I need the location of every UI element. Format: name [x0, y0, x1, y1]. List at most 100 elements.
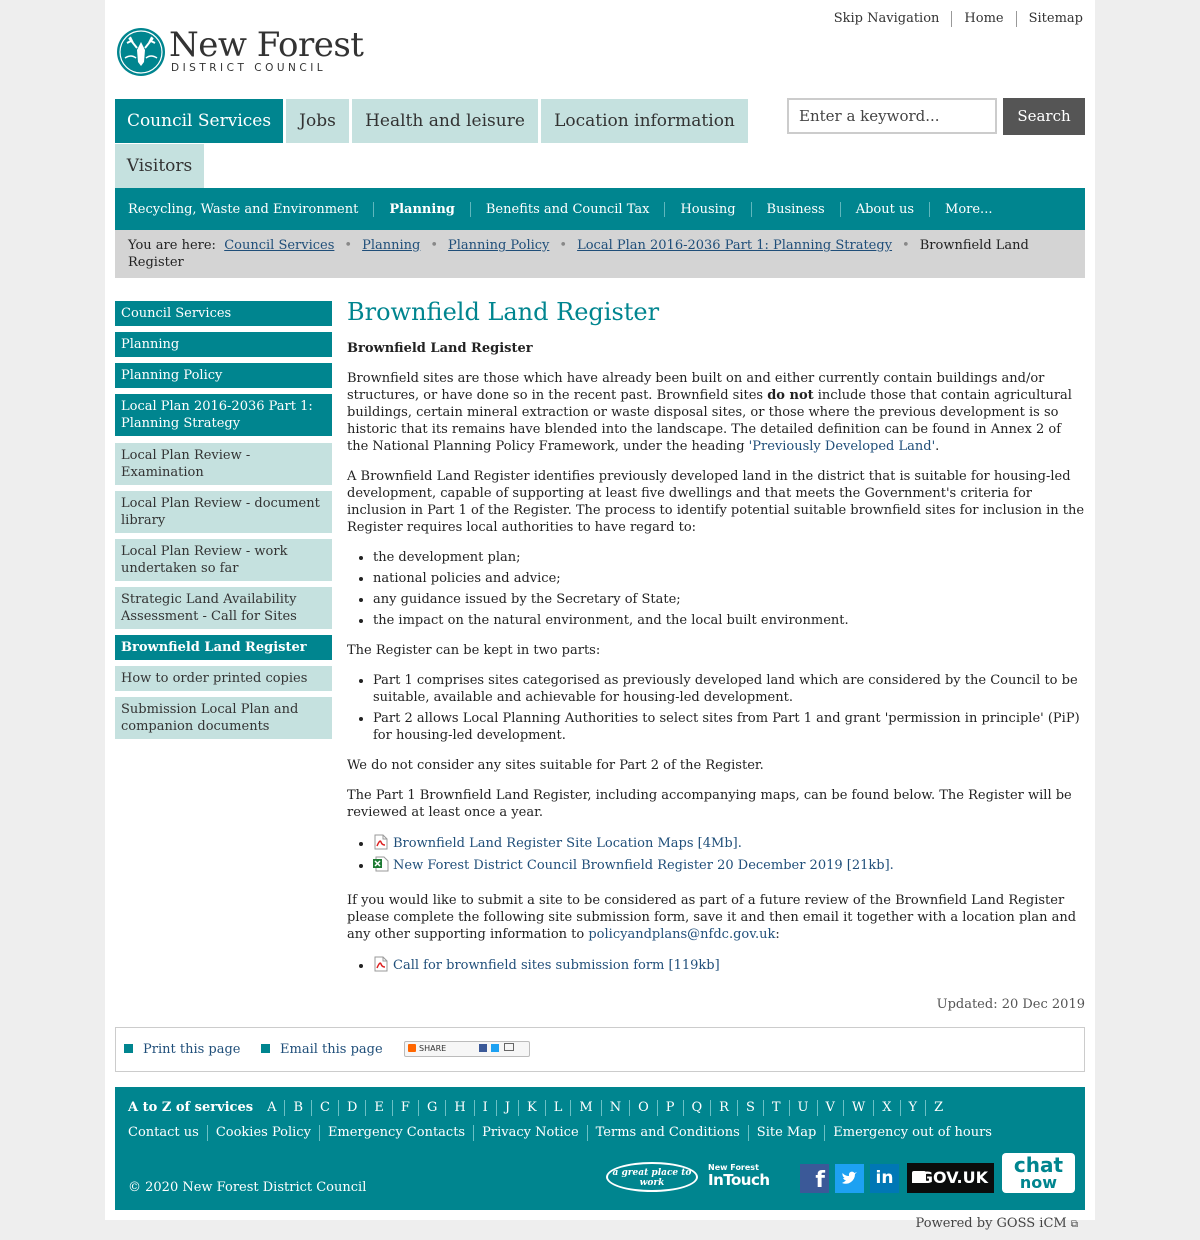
subnav-planning[interactable]: Planning	[373, 201, 470, 217]
updated-date: Updated: 20 Dec 2019	[936, 997, 1085, 1012]
search-input[interactable]	[787, 98, 997, 134]
pdf-icon	[373, 834, 389, 850]
email-page-link[interactable]: Email this page	[261, 1042, 383, 1057]
facebook-icon[interactable]: f	[800, 1164, 829, 1193]
a-to-z-letter-a[interactable]: A	[259, 1100, 284, 1116]
policy-email-link[interactable]: policyandplans@nfdc.gov.uk	[588, 927, 775, 942]
subnav-about-us[interactable]: About us	[839, 201, 929, 217]
subnav-more[interactable]: More...	[929, 201, 1007, 217]
a-to-z-label[interactable]: A to Z of services	[128, 1100, 253, 1116]
brownfield-register-spreadsheet-link[interactable]: New Forest District Council Brownfield R…	[393, 858, 890, 873]
a-to-z-letter-h[interactable]: H	[445, 1100, 473, 1116]
a-to-z-letter-i[interactable]: I	[473, 1100, 496, 1116]
sidenav-local-plan-review-examination[interactable]: Local Plan Review - Examination	[115, 443, 332, 485]
parts-list: Part 1 comprises sites categorised as pr…	[347, 672, 1085, 744]
a-to-z-letter-y[interactable]: Y	[899, 1100, 926, 1116]
great-place-to-work-logo[interactable]: a great place to work	[606, 1162, 698, 1192]
powered-by[interactable]: Powered by GOSS iCM ⧉	[916, 1216, 1078, 1231]
nav-council-services[interactable]: Council Services	[115, 99, 283, 143]
footer-link-emergency-out-of-hours[interactable]: Emergency out of hours	[824, 1125, 1000, 1141]
a-to-z-letter-n[interactable]: N	[600, 1100, 629, 1116]
a-to-z-letter-e[interactable]: E	[365, 1100, 392, 1116]
a-to-z-letter-f[interactable]: F	[391, 1100, 418, 1116]
a-to-z-letter-g[interactable]: G	[417, 1100, 445, 1116]
a-to-z-letter-l[interactable]: L	[544, 1100, 571, 1116]
a-to-z-letter-o[interactable]: O	[629, 1100, 657, 1116]
list-item: Part 2 allows Local Planning Authorities…	[373, 710, 1085, 744]
form-list: Call for brownfield sites submission for…	[347, 956, 1085, 974]
footer-link-terms[interactable]: Terms and Conditions	[586, 1125, 748, 1141]
govuk-logo[interactable]: GOV.UK	[907, 1163, 994, 1193]
a-to-z-letter-v[interactable]: V	[816, 1100, 843, 1116]
site-location-maps-link[interactable]: Brownfield Land Register Site Location M…	[393, 836, 738, 851]
a-to-z-letter-p[interactable]: P	[656, 1100, 683, 1116]
a-to-z-letter-d[interactable]: D	[337, 1100, 365, 1116]
a-to-z-letter-w[interactable]: W	[842, 1100, 873, 1116]
sidenav-council-services[interactable]: Council Services	[115, 301, 332, 326]
a-to-z-letter-q[interactable]: Q	[682, 1100, 711, 1116]
a-to-z-letter-j[interactable]: J	[495, 1100, 518, 1116]
paragraph-register-intro: A Brownfield Land Register identifies pr…	[347, 469, 1085, 535]
nav-jobs[interactable]: Jobs	[286, 99, 349, 143]
subnav-benefits[interactable]: Benefits and Council Tax	[469, 201, 665, 217]
sidenav-planning-policy[interactable]: Planning Policy	[115, 363, 332, 388]
subnav-recycling[interactable]: Recycling, Waste and Environment	[115, 202, 373, 217]
chat-now-button[interactable]: chat now	[1002, 1153, 1075, 1193]
a-to-z-letter-t[interactable]: T	[762, 1100, 789, 1116]
a-to-z-letter-z[interactable]: Z	[925, 1100, 951, 1116]
breadcrumb-link-local-plan[interactable]: Local Plan 2016-2036 Part 1: Planning St…	[577, 238, 892, 253]
sidenav-brownfield-land-register[interactable]: Brownfield Land Register	[115, 635, 332, 660]
nav-visitors[interactable]: Visitors	[115, 144, 204, 188]
print-page-link[interactable]: Print this page	[124, 1042, 241, 1057]
linkedin-icon[interactable]: in	[870, 1164, 899, 1193]
sidenav-planning[interactable]: Planning	[115, 332, 332, 357]
nav-health-and-leisure[interactable]: Health and leisure	[352, 99, 538, 143]
facebook-icon	[478, 1044, 487, 1052]
subnav-business[interactable]: Business	[750, 201, 840, 217]
footer-link-cookies-policy[interactable]: Cookies Policy	[206, 1125, 319, 1141]
list-item: any guidance issued by the Secretary of …	[373, 591, 1085, 608]
a-to-z-letter-r[interactable]: R	[710, 1100, 737, 1116]
sitemap-link[interactable]: Sitemap	[1015, 11, 1083, 27]
a-to-z-letter-u[interactable]: U	[788, 1100, 817, 1116]
sidenav-local-plan-review-library[interactable]: Local Plan Review - document library	[115, 491, 332, 533]
external-link-icon: ⧉	[1070, 1219, 1078, 1230]
a-to-z-letter-s[interactable]: S	[736, 1100, 763, 1116]
sidenav-local-plan[interactable]: Local Plan 2016-2036 Part 1: Planning St…	[115, 394, 332, 436]
a-to-z-letter-m[interactable]: M	[570, 1100, 600, 1116]
twitter-icon[interactable]	[835, 1164, 864, 1193]
copyright: © 2020 New Forest District Council	[128, 1180, 367, 1195]
nav-location-information[interactable]: Location information	[541, 99, 748, 143]
new-forest-intouch-logo[interactable]: New Forest InTouch	[708, 1163, 790, 1193]
previously-developed-land-link[interactable]: 'Previously Developed Land'	[749, 439, 936, 454]
submission-form-link[interactable]: Call for brownfield sites submission for…	[393, 958, 720, 973]
paragraph-submit-site: If you would like to submit a site to be…	[347, 893, 1077, 942]
a-to-z-letter-b[interactable]: B	[284, 1100, 311, 1116]
footer-link-emergency-contacts[interactable]: Emergency Contacts	[318, 1125, 473, 1141]
addthis-icon	[408, 1044, 416, 1052]
search-button[interactable]: Search	[1003, 98, 1085, 135]
sidenav-slaa-call-for-sites[interactable]: Strategic Land Availability Assessment -…	[115, 587, 332, 629]
home-link[interactable]: Home	[951, 11, 1015, 27]
skip-navigation-link[interactable]: Skip Navigation	[822, 11, 952, 27]
breadcrumb-link-planning-policy[interactable]: Planning Policy	[448, 238, 549, 253]
subnav-housing[interactable]: Housing	[664, 201, 750, 217]
breadcrumb-link-council-services[interactable]: Council Services	[224, 238, 334, 253]
a-to-z-letter-x[interactable]: X	[873, 1100, 899, 1116]
a-to-z-letter-k[interactable]: K	[518, 1100, 545, 1116]
pdf-icon	[373, 956, 389, 972]
a-to-z-letter-c[interactable]: C	[311, 1100, 338, 1116]
list-item: the impact on the natural environment, a…	[373, 612, 1085, 629]
footer-link-site-map[interactable]: Site Map	[747, 1125, 825, 1141]
sidenav-local-plan-review-work[interactable]: Local Plan Review - work undertaken so f…	[115, 539, 332, 581]
footer-link-contact-us[interactable]: Contact us	[128, 1125, 207, 1141]
share-button[interactable]: SHARE	[404, 1041, 530, 1057]
regard-list: the development plan; national policies …	[347, 549, 1085, 629]
breadcrumb-link-planning[interactable]: Planning	[362, 238, 420, 253]
download-item: Brownfield Land Register Site Location M…	[373, 834, 1085, 852]
sidenav-submission-local-plan[interactable]: Submission Local Plan and companion docu…	[115, 697, 332, 739]
footer-link-privacy-notice[interactable]: Privacy Notice	[473, 1125, 587, 1141]
sidenav-printed-copies[interactable]: How to order printed copies	[115, 666, 332, 691]
site-logo[interactable]: New Forest DISTRICT COUNCIL	[117, 26, 364, 80]
twitter-icon	[491, 1044, 500, 1052]
